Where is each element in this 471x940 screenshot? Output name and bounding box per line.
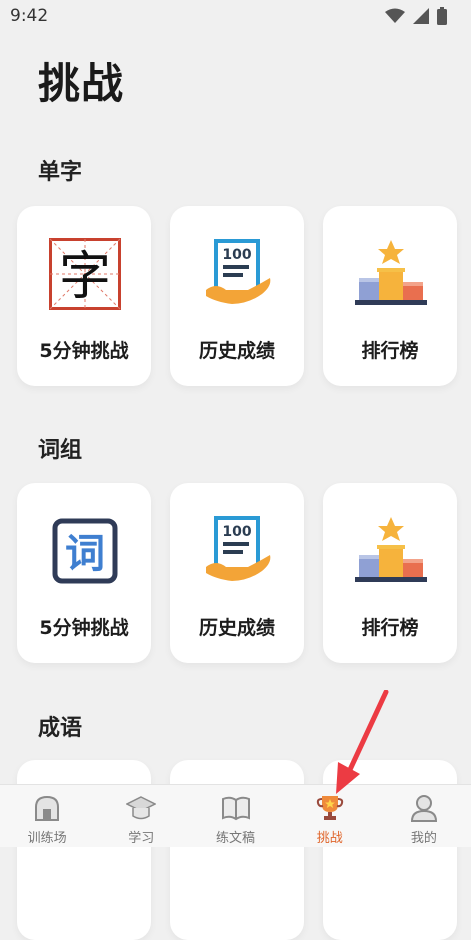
tab-label: 训练场 [27,831,67,846]
user-icon [410,795,437,822]
tab-challenge[interactable]: 挑战 [283,785,377,847]
tab-label: 我的 [410,831,437,846]
section-title-danzi: 单字 [38,160,83,185]
svg-text:100: 100 [222,247,251,263]
page-title: 挑战 [38,59,125,108]
cizu-leaderboard-card[interactable]: 排行榜 [323,483,457,663]
tab-label: 学习 [128,831,155,846]
tab-label: 挑战 [316,831,343,846]
podium-star-icon [355,240,427,305]
bottom-tab-bar: 训练场 学习 练文稿 挑战 我的 [0,784,471,847]
status-time: 9:42 [10,6,49,26]
danzi-challenge-card[interactable]: 字 5分钟挑战 [17,206,151,386]
card-label: 历史成绩 [198,340,275,362]
card-label: 历史成绩 [198,617,275,639]
score-hand-icon: 100 [206,516,271,581]
svg-text:词: 词 [65,531,105,577]
score-hand-icon: 100 [206,239,271,304]
ci-box-icon: 词 [52,518,118,584]
trophy-icon [316,796,343,820]
battery-icon [437,7,447,25]
tab-manuscript[interactable]: 练文稿 [188,785,282,847]
card-label: 排行榜 [361,617,419,639]
danzi-leaderboard-card[interactable]: 排行榜 [323,206,457,386]
tab-mine[interactable]: 我的 [377,785,471,847]
podium-star-icon [355,517,427,582]
status-icons [385,7,447,25]
zi-grid-icon: 字 [49,238,121,310]
card-label: 排行榜 [361,340,419,362]
section-title-cizu: 词组 [38,438,83,463]
tab-label: 练文稿 [216,831,256,846]
graduation-cap-icon [126,796,157,820]
cizu-challenge-card[interactable]: 词 5分钟挑战 [17,483,151,663]
tab-study[interactable]: 学习 [94,785,188,847]
house-icon [35,795,60,821]
wifi-icon [385,8,405,23]
book-icon [221,796,250,821]
card-label: 5分钟挑战 [39,617,129,639]
card-label: 5分钟挑战 [39,340,129,362]
svg-text:字: 字 [59,247,111,307]
cizu-history-card[interactable]: 100 历史成绩 [170,483,304,663]
status-bar: 9:42 [0,0,471,34]
svg-text:100: 100 [222,524,251,540]
section-title-chengyu: 成语 [38,716,83,741]
signal-icon [413,8,429,24]
tab-training[interactable]: 训练场 [0,785,94,847]
danzi-history-card[interactable]: 100 历史成绩 [170,206,304,386]
